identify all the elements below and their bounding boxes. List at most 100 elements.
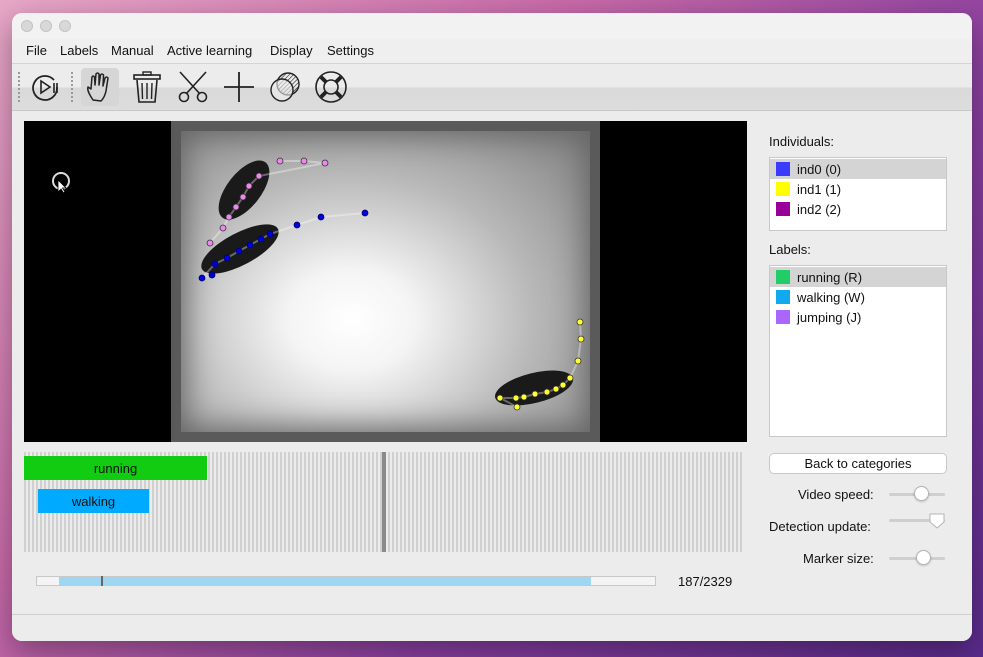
individual-item-ind2[interactable]: ind2 (2)	[770, 199, 946, 219]
keypoint-ind0[interactable]	[266, 230, 274, 238]
video-speed-slider[interactable]	[914, 486, 929, 501]
label-text: jumping (J)	[797, 309, 862, 325]
zoom-window-button[interactable]	[59, 20, 71, 32]
segment-running[interactable]: running	[24, 456, 207, 480]
shade-button[interactable]	[266, 68, 304, 106]
keypoint-ind0[interactable]	[235, 247, 243, 255]
keypoint-ind0[interactable]	[208, 271, 216, 279]
add-button[interactable]	[220, 68, 258, 106]
marker-size-slider[interactable]	[916, 550, 931, 565]
keypoint-ind2[interactable]	[321, 159, 329, 167]
keypoint-ind0[interactable]	[361, 209, 369, 217]
keypoint-ind1[interactable]	[552, 385, 560, 393]
timeline-cursor[interactable]	[382, 452, 386, 552]
keypoint-overlay	[198, 157, 585, 411]
keypoint-ind1[interactable]	[512, 394, 520, 402]
plus-icon	[224, 72, 254, 102]
menu-labels[interactable]: Labels	[60, 43, 98, 58]
keypoint-ind1[interactable]	[513, 403, 521, 411]
marker-size-label: Marker size:	[803, 551, 874, 566]
keypoint-ind1[interactable]	[520, 393, 528, 401]
status-bar	[12, 614, 972, 641]
keypoint-trail-ind1	[499, 321, 583, 408]
detection-update-label: Detection update:	[769, 519, 871, 534]
video-canvas[interactable]	[24, 121, 747, 442]
annotation-timeline[interactable]: running walking	[24, 452, 744, 552]
keypoint-ind1[interactable]	[566, 374, 574, 382]
keypoint-ind2[interactable]	[276, 157, 284, 165]
toolbar	[12, 64, 972, 111]
individual-label: ind0 (0)	[797, 161, 842, 177]
keypoint-ind0[interactable]	[198, 274, 206, 282]
detection-update-slider[interactable]	[929, 513, 945, 529]
keypoint-ind0[interactable]	[223, 254, 231, 262]
labels-list[interactable]: running (R) walking (W) jumping (J)	[769, 265, 947, 437]
play-pause-button[interactable]	[26, 68, 64, 106]
keypoint-ind1[interactable]	[577, 335, 585, 343]
jumping-swatch	[776, 310, 790, 324]
ind0-swatch	[776, 162, 790, 176]
keypoint-ind2[interactable]	[225, 213, 233, 221]
ind2-swatch	[776, 202, 790, 216]
keypoint-ind1[interactable]	[576, 318, 584, 326]
keypoint-ind1[interactable]	[574, 357, 582, 365]
help-button[interactable]	[312, 68, 350, 106]
menu-active-learning[interactable]: Active learning	[167, 43, 252, 58]
busy-cursor-icon	[52, 172, 70, 193]
segment-walking-label: walking	[71, 493, 116, 509]
individual-item-ind1[interactable]: ind1 (1)	[770, 179, 946, 199]
individual-item-ind0[interactable]: ind0 (0)	[770, 159, 946, 179]
keypoint-ind1[interactable]	[559, 381, 567, 389]
label-item-jumping[interactable]: jumping (J)	[770, 307, 946, 327]
hand-tool-button[interactable]	[81, 68, 119, 106]
back-to-categories-button[interactable]: Back to categories	[769, 453, 947, 474]
menu-display[interactable]: Display	[270, 43, 313, 58]
keypoint-ind2[interactable]	[239, 193, 247, 201]
app-window: File Labels Manual Active learning Displ…	[12, 13, 972, 641]
keypoint-ind0[interactable]	[293, 221, 301, 229]
label-text: running (R)	[797, 269, 863, 285]
title-bar	[12, 13, 972, 39]
keypoint-ind2[interactable]	[232, 203, 240, 211]
keypoint-ind1[interactable]	[496, 394, 504, 402]
running-swatch	[776, 270, 790, 284]
keypoint-ind0[interactable]	[246, 241, 254, 249]
keypoint-ind2[interactable]	[219, 224, 227, 232]
label-item-running[interactable]: running (R)	[770, 267, 946, 287]
hand-icon	[87, 72, 109, 102]
toolbar-separator	[71, 72, 75, 102]
individuals-title: Individuals:	[769, 134, 835, 149]
keypoint-ind2[interactable]	[255, 172, 263, 180]
trash-icon	[133, 71, 161, 103]
keypoint-ind1[interactable]	[531, 390, 539, 398]
video-progress-bar[interactable]	[36, 576, 656, 586]
keypoint-ind0[interactable]	[317, 213, 325, 221]
progress-loaded-range	[59, 577, 591, 585]
individual-label: ind2 (2)	[797, 201, 842, 217]
keypoint-ind0[interactable]	[257, 235, 265, 243]
lifebuoy-icon	[315, 71, 347, 103]
individuals-list[interactable]: ind0 (0) ind1 (1) ind2 (2)	[769, 157, 947, 231]
label-item-walking[interactable]: walking (W)	[770, 287, 946, 307]
toolbar-grip[interactable]	[18, 72, 22, 102]
menu-manual[interactable]: Manual	[111, 43, 154, 58]
minimize-window-button[interactable]	[40, 20, 52, 32]
menu-file[interactable]: File	[26, 43, 47, 58]
progress-handle[interactable]	[100, 576, 103, 586]
delete-button[interactable]	[128, 68, 166, 106]
keypoint-ind2[interactable]	[245, 182, 253, 190]
keypoint-ind2[interactable]	[206, 239, 214, 247]
keypoint-ind2[interactable]	[300, 157, 308, 165]
walking-swatch	[776, 290, 790, 304]
shade-circle-icon	[270, 72, 300, 102]
cut-button[interactable]	[174, 68, 212, 106]
keypoint-ind0[interactable]	[211, 260, 219, 268]
menu-settings[interactable]: Settings	[327, 43, 374, 58]
keypoint-trail-ind2	[209, 160, 326, 244]
keypoint-ind1[interactable]	[543, 388, 551, 396]
segment-walking[interactable]: walking	[38, 489, 149, 513]
close-window-button[interactable]	[21, 20, 33, 32]
ind1-swatch	[776, 182, 790, 196]
segment-running-label: running	[93, 460, 138, 476]
frame-counter: 187/2329	[678, 574, 733, 589]
